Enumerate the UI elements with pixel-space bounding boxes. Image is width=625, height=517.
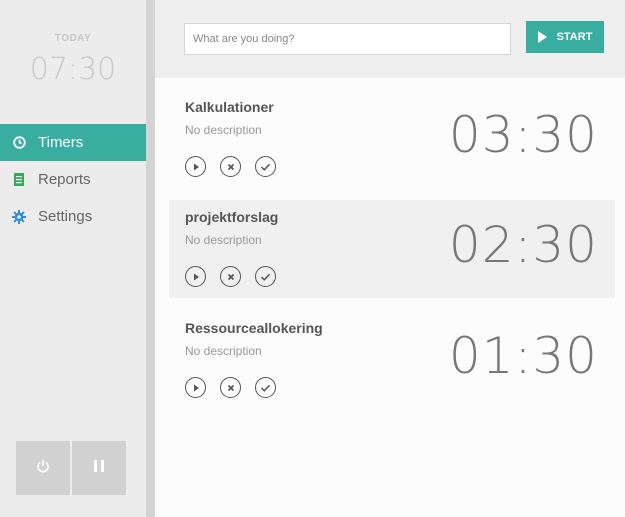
gear-icon xyxy=(12,209,26,224)
sidebar-item-label: Reports xyxy=(38,171,91,188)
sidebar: TODAY 07:30 Timers Reports Settings xyxy=(0,0,153,517)
timer-time: 03:30 xyxy=(448,106,598,164)
play-button[interactable] xyxy=(185,377,206,398)
check-icon xyxy=(260,163,271,171)
sidebar-item-label: Timers xyxy=(38,134,84,151)
timer-name: Ressourceallokering xyxy=(185,320,323,336)
timer-description: No description xyxy=(185,123,262,137)
activity-input[interactable] xyxy=(184,23,511,55)
timer-actions xyxy=(185,377,290,398)
play-button[interactable] xyxy=(185,266,206,287)
timer-item: Ressourceallokering No description 01:30 xyxy=(169,311,615,409)
sidebar-item-reports[interactable]: Reports xyxy=(0,161,146,198)
close-icon xyxy=(227,163,234,170)
complete-button[interactable] xyxy=(255,266,276,287)
delete-button[interactable] xyxy=(220,377,241,398)
pause-button[interactable] xyxy=(72,441,126,495)
timer-time: 01:30 xyxy=(448,327,598,385)
timer-actions xyxy=(185,156,290,177)
today-total-time: 07:30 xyxy=(29,52,117,87)
today-label: TODAY xyxy=(54,33,92,44)
power-button[interactable] xyxy=(16,441,70,495)
sidebar-item-settings[interactable]: Settings xyxy=(0,198,146,235)
start-button-label: START xyxy=(556,31,593,43)
timer-item: projektforslag No description 02:30 xyxy=(169,200,615,298)
pause-icon xyxy=(93,459,105,478)
timer-time: 02:30 xyxy=(448,216,598,274)
play-button[interactable] xyxy=(185,156,206,177)
sidebar-divider xyxy=(146,0,155,517)
power-icon xyxy=(36,459,50,478)
timer-actions xyxy=(185,266,290,287)
delete-button[interactable] xyxy=(220,266,241,287)
complete-button[interactable] xyxy=(255,377,276,398)
clock-icon xyxy=(12,136,26,150)
check-icon xyxy=(260,273,271,281)
play-icon xyxy=(193,384,199,391)
timer-item: Kalkulationer No description 03:30 xyxy=(169,90,615,188)
close-icon xyxy=(227,384,234,391)
report-icon xyxy=(12,173,26,187)
close-icon xyxy=(227,273,234,280)
timer-name: Kalkulationer xyxy=(185,99,274,115)
play-icon xyxy=(193,163,199,170)
sidebar-item-timers[interactable]: Timers xyxy=(0,124,153,161)
timer-name: projektforslag xyxy=(185,209,279,225)
sidebar-nav: Timers Reports Settings xyxy=(0,124,153,235)
complete-button[interactable] xyxy=(255,156,276,177)
check-icon xyxy=(260,384,271,392)
sidebar-item-label: Settings xyxy=(38,208,93,225)
timer-description: No description xyxy=(185,233,262,247)
start-button[interactable]: START xyxy=(526,21,604,53)
timer-description: No description xyxy=(185,344,262,358)
delete-button[interactable] xyxy=(220,156,241,177)
play-icon xyxy=(537,31,547,43)
play-icon xyxy=(193,273,199,280)
